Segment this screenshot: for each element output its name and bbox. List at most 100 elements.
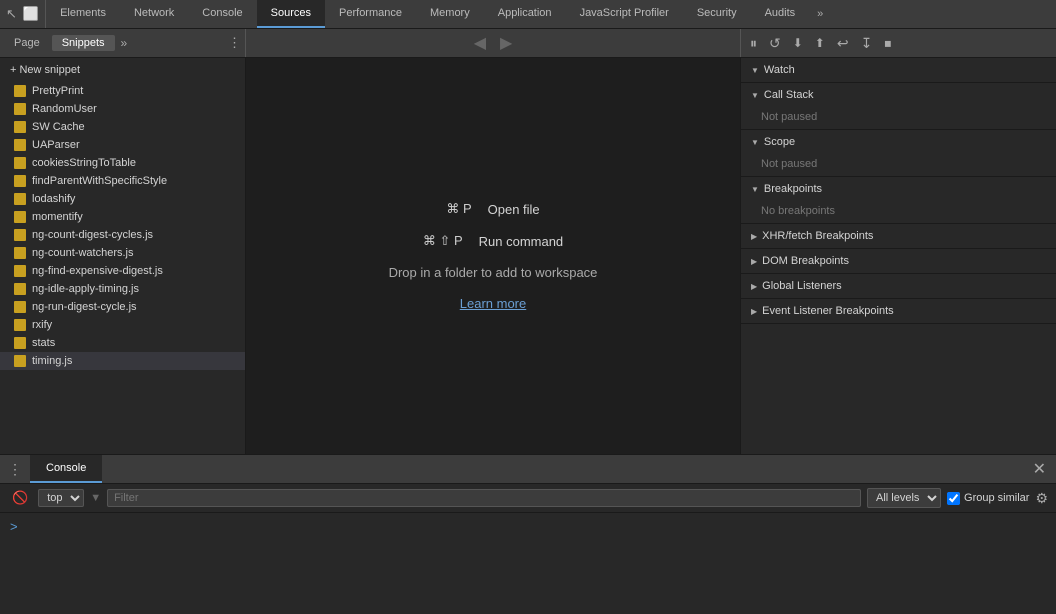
chevron-right-icon: ▶ [751, 232, 757, 241]
tab-security[interactable]: Security [683, 0, 751, 28]
more-toolbar-tabs[interactable]: » [121, 36, 128, 50]
list-item[interactable]: UAParser [0, 136, 245, 154]
dom-breakpoints-header[interactable]: ▶ DOM Breakpoints [741, 249, 1056, 273]
pause-icon[interactable]: ⏸ [747, 33, 760, 54]
breakpoints-label: Breakpoints [764, 183, 822, 195]
shortcut-desc-2: Run command [479, 234, 564, 249]
list-item[interactable]: lodashify [0, 190, 245, 208]
chevron-right-icon: ▶ [751, 282, 757, 291]
snippet-name: UAParser [32, 139, 80, 151]
breakpoints-section-header[interactable]: ▼ Breakpoints [741, 177, 1056, 201]
list-item[interactable]: ng-run-digest-cycle.js [0, 298, 245, 316]
callstack-label: Call Stack [764, 89, 814, 101]
deactivate-breakpoints-icon[interactable]: ↧ [858, 33, 876, 54]
console-menu-icon[interactable]: ⋮ [0, 455, 30, 483]
list-item[interactable]: RandomUser [0, 100, 245, 118]
snippet-file-icon [14, 85, 26, 97]
step-icon[interactable]: ↩ [834, 33, 852, 54]
xhr-breakpoints-label: XHR/fetch Breakpoints [762, 230, 873, 242]
tab-snippets[interactable]: Snippets [52, 35, 115, 51]
tab-audits[interactable]: Audits [751, 0, 810, 28]
xhr-breakpoints-section: ▶ XHR/fetch Breakpoints [741, 224, 1056, 249]
scope-label: Scope [764, 136, 795, 148]
tab-application[interactable]: Application [484, 0, 566, 28]
tab-sources[interactable]: Sources [257, 0, 325, 28]
nav-back-icon[interactable]: ◀ [471, 31, 489, 55]
list-item[interactable]: rxify [0, 316, 245, 334]
learn-more-link[interactable]: Learn more [460, 296, 526, 311]
tab-performance[interactable]: Performance [325, 0, 416, 28]
step-over-icon[interactable]: ↺ [766, 33, 784, 54]
global-listeners-header[interactable]: ▶ Global Listeners [741, 274, 1056, 298]
event-listener-breakpoints-header[interactable]: ▶ Event Listener Breakpoints [741, 299, 1056, 323]
console-settings-icon[interactable]: ⚙ [1035, 490, 1048, 507]
dom-breakpoints-label: DOM Breakpoints [762, 255, 849, 267]
snippet-file-icon [14, 193, 26, 205]
shortcut-desc-1: Open file [488, 202, 540, 217]
console-tab[interactable]: Console [30, 455, 102, 483]
new-snippet-label: + New snippet [10, 64, 80, 76]
scope-section-header[interactable]: ▼ Scope [741, 130, 1056, 154]
snippet-file-icon [14, 355, 26, 367]
drop-workspace-text: Drop in a folder to add to workspace [389, 265, 598, 280]
callstack-section: ▼ Call Stack Not paused [741, 83, 1056, 130]
group-similar-label: Group similar [964, 492, 1029, 504]
snippet-file-icon [14, 265, 26, 277]
callstack-section-header[interactable]: ▼ Call Stack [741, 83, 1056, 107]
list-item[interactable]: PrettyPrint [0, 82, 245, 100]
toolbar-menu-icon[interactable]: ⋮ [228, 35, 241, 51]
bottom-area: ⋮ Console ✕ 🚫 top ▼ All levels Group sim… [0, 454, 1056, 614]
toolbar-right: ⏸ ↺ ⬇ ⬆ ↩ ↧ ⏹ [740, 29, 1056, 57]
snippet-file-icon [14, 211, 26, 223]
snippet-name: cookiesStringToTable [32, 157, 136, 169]
snippet-file-icon [14, 283, 26, 295]
dont-pause-icon[interactable]: ⏹ [881, 33, 894, 54]
tab-js-profiler[interactable]: JavaScript Profiler [566, 0, 683, 28]
step-into-icon[interactable]: ⬇ [790, 34, 806, 52]
list-item[interactable]: stats [0, 334, 245, 352]
more-tabs-button[interactable]: » [809, 0, 831, 28]
tab-network[interactable]: Network [120, 0, 188, 28]
tab-memory[interactable]: Memory [416, 0, 484, 28]
watch-section-header[interactable]: ▼ Watch [741, 58, 1056, 82]
chevron-right-icon: ▶ [751, 307, 757, 316]
snippet-name: ng-idle-apply-timing.js [32, 283, 139, 295]
list-item[interactable]: cookiesStringToTable [0, 154, 245, 172]
snippet-file-icon [14, 103, 26, 115]
list-item[interactable]: ng-count-watchers.js [0, 244, 245, 262]
shortcut-row-2: ⌘ ⇧ P Run command [423, 233, 563, 249]
list-item[interactable]: ng-find-expensive-digest.js [0, 262, 245, 280]
chevron-right-icon: ▶ [751, 257, 757, 266]
list-item[interactable]: ng-count-digest-cycles.js [0, 226, 245, 244]
tab-console[interactable]: Console [188, 0, 256, 28]
group-similar-input[interactable] [947, 492, 960, 505]
inspect-icon[interactable]: ↖ [6, 6, 17, 22]
list-item[interactable]: SW Cache [0, 118, 245, 136]
console-filter-input[interactable] [107, 489, 861, 507]
global-listeners-section: ▶ Global Listeners [741, 274, 1056, 299]
list-item[interactable]: timing.js | [0, 352, 245, 370]
context-selector[interactable]: top [38, 489, 84, 507]
snippet-name: timing.js [32, 355, 72, 367]
tab-elements[interactable]: Elements [46, 0, 120, 28]
watch-label: Watch [764, 64, 795, 76]
new-snippet-button[interactable]: + New snippet [0, 58, 245, 82]
list-item[interactable]: momentify [0, 208, 245, 226]
step-out-icon[interactable]: ⬆ [812, 34, 828, 52]
snippet-file-icon [14, 139, 26, 151]
nav-forward-icon[interactable]: ▶ [497, 31, 515, 55]
xhr-breakpoints-header[interactable]: ▶ XHR/fetch Breakpoints [741, 224, 1056, 248]
list-item[interactable]: findParentWithSpecificStyle [0, 172, 245, 190]
console-tab-bar: ⋮ Console ✕ [0, 455, 1056, 484]
tab-page[interactable]: Page [4, 35, 50, 51]
snippet-file-icon [14, 301, 26, 313]
clear-console-icon[interactable]: 🚫 [8, 488, 32, 508]
group-similar-checkbox[interactable]: Group similar [947, 492, 1029, 505]
snippet-name: PrettyPrint [32, 85, 83, 97]
dom-breakpoints-section: ▶ DOM Breakpoints [741, 249, 1056, 274]
console-close-button[interactable]: ✕ [1023, 455, 1056, 483]
device-icon[interactable]: ⬜ [23, 6, 39, 22]
nav-tabs: Elements Network Console Sources Perform… [46, 0, 831, 28]
level-select[interactable]: All levels [867, 488, 941, 508]
list-item[interactable]: ng-idle-apply-timing.js [0, 280, 245, 298]
